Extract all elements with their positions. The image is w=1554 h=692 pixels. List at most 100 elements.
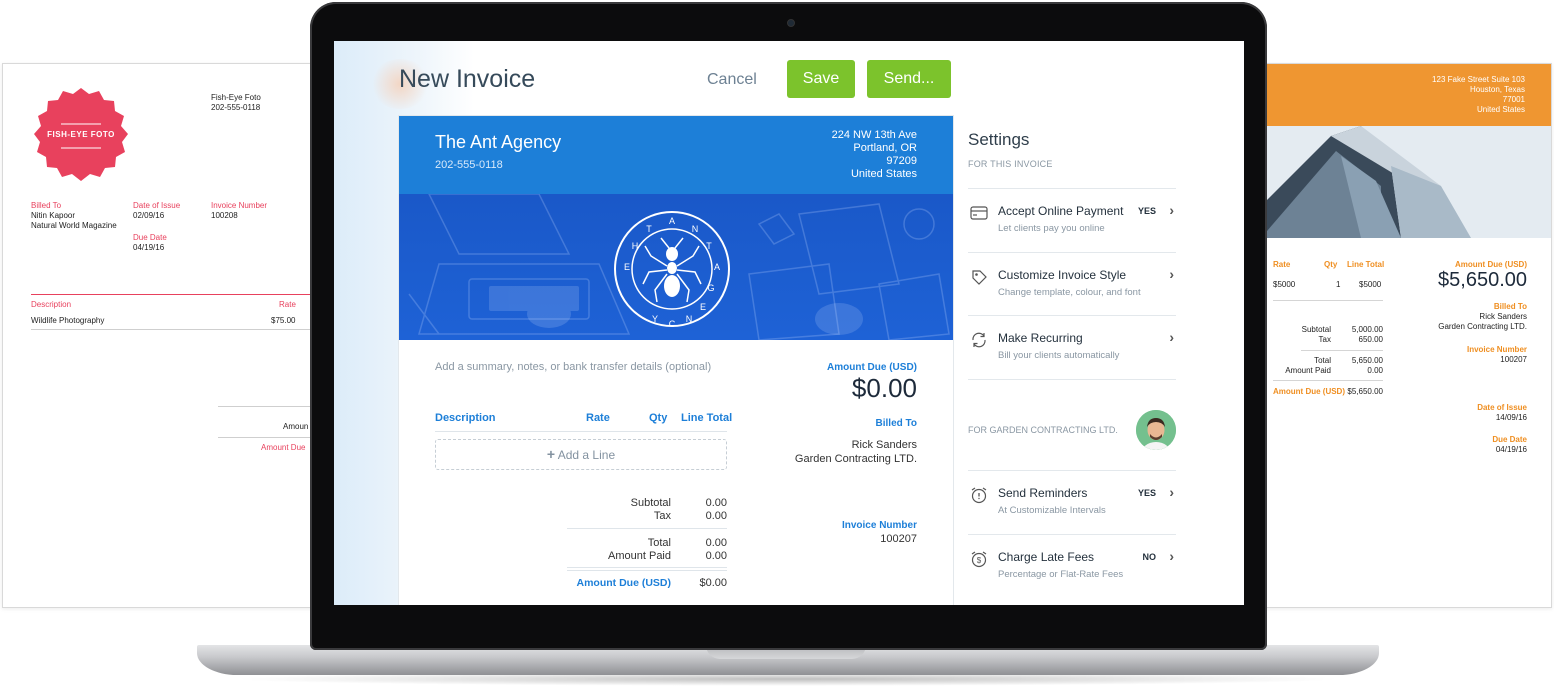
address-line: 97209	[886, 155, 917, 167]
amount-due-row-label: Amount Due (USD)	[576, 577, 672, 589]
setting-make-recurring[interactable]: Make Recurring Bill your clients automat…	[968, 315, 1176, 379]
billed-to-name: Nitin Kapoor	[31, 211, 76, 220]
for-invoice-label: FOR THIS INVOICE	[968, 159, 1053, 169]
plus-icon: +	[546, 446, 556, 462]
date-of-issue-label: Date of Issue	[1477, 403, 1527, 412]
address-line: Portland, OR	[853, 142, 917, 154]
column-description: Description	[435, 412, 496, 424]
invoice-number-label: Invoice Number	[1466, 345, 1527, 354]
date-of-issue: 02/09/16	[133, 211, 165, 220]
app-screen: New Invoice Cancel Save Send... The Ant …	[334, 41, 1244, 605]
billed-to-company: Garden Contracting LTD.	[1438, 322, 1527, 331]
amount-due-value: $0.00	[851, 373, 917, 403]
column-line-total: Line Total	[681, 412, 733, 424]
setting-name: Customize Invoice Style	[998, 268, 1127, 282]
tax-value: 0.00	[705, 510, 727, 522]
amount-paid-value: 0.00	[1367, 366, 1383, 375]
qty-label: Qty	[1324, 260, 1338, 269]
total-label: Total	[647, 537, 671, 549]
avatar[interactable]	[1136, 410, 1176, 450]
amount-due-value: $5,650.00	[1347, 387, 1383, 396]
invoice-number: 100207	[1500, 355, 1527, 364]
send-button[interactable]: Send...	[867, 60, 951, 98]
save-button[interactable]: Save	[787, 60, 855, 98]
setting-customize-invoice-style[interactable]: Customize Invoice Style Change template,…	[968, 252, 1176, 316]
amount-due-label: Amount Due	[261, 443, 306, 452]
tax-value: 650.00	[1358, 335, 1383, 344]
divider	[31, 294, 343, 295]
svg-text:H: H	[632, 241, 639, 251]
billed-to-client[interactable]: Rick Sanders Garden Contracting LTD.	[795, 438, 917, 466]
setting-name: Make Recurring	[998, 331, 1083, 345]
business-name[interactable]: The Ant Agency	[435, 132, 561, 153]
settings-title: Settings	[968, 130, 1030, 149]
summary-input[interactable]: Add a summary, notes, or bank transfer d…	[435, 361, 711, 373]
business-address: 123 Fake Street Suite 103 Houston, Texas…	[1432, 75, 1525, 115]
amount-due-row-value: $0.00	[699, 577, 727, 589]
setting-state: YES	[1137, 206, 1156, 216]
svg-text:$: $	[977, 556, 982, 565]
invoice-banner[interactable]: A T N H T E A G E N C Y	[399, 194, 953, 340]
due-date: 04/19/16	[1495, 445, 1527, 454]
svg-text:T: T	[706, 241, 712, 251]
setting-send-reminders[interactable]: Send Reminders At Customizable Intervals…	[968, 470, 1176, 534]
chevron-right-icon: ›	[1169, 548, 1174, 564]
marketing-stage: FISH-EYE FOTO Fish-Eye Foto 202-555-0118…	[0, 0, 1554, 692]
setting-desc: Change template, colour, and font	[998, 287, 1141, 298]
cancel-button[interactable]: Cancel	[707, 71, 757, 89]
svg-text:G: G	[707, 283, 714, 293]
divider	[567, 570, 727, 571]
billed-to-label: Billed To	[875, 418, 917, 429]
add-line-label: Add a Line	[557, 448, 616, 462]
invoice-number-field[interactable]: 100207	[880, 533, 917, 545]
total-value: 0.00	[705, 537, 727, 549]
item-rate: $75.00	[271, 316, 296, 325]
svg-text:A: A	[669, 216, 675, 226]
fish-eye-invoice-preview: FISH-EYE FOTO Fish-Eye Foto 202-555-0118…	[2, 63, 343, 608]
setting-accept-online-payment[interactable]: Accept Online Payment Let clients pay yo…	[968, 188, 1176, 252]
amount-paid-label: Amount Paid	[1285, 366, 1331, 375]
setting-desc: Bill your clients automatically	[998, 350, 1120, 361]
subtotal-label: Subtotal	[1301, 325, 1331, 334]
setting-state: YES	[1137, 488, 1156, 498]
page-title: New Invoice	[399, 65, 536, 93]
subtotal-value: 0.00	[705, 497, 727, 509]
business-address[interactable]: 224 NW 13th Ave Portland, OR 97209 Unite…	[832, 129, 917, 181]
total-value: 5,650.00	[1351, 356, 1383, 365]
subtotal-value: 5,000.00	[1351, 325, 1383, 334]
invoice-header[interactable]: The Ant Agency 202-555-0118 224 NW 13th …	[399, 116, 953, 194]
setting-name: Accept Online Payment	[998, 204, 1124, 218]
address-line: United States	[1476, 105, 1525, 114]
due-date: 04/19/16	[133, 243, 165, 252]
total-label: Total	[1314, 356, 1331, 365]
rate-label: Rate	[1273, 260, 1291, 269]
desk-background-image: A T N H T E A G E N C Y	[408, 194, 950, 340]
divider	[1301, 350, 1383, 351]
billed-to-name: Rick Sanders	[851, 439, 917, 451]
due-date-label: Due Date	[133, 233, 167, 242]
divider	[435, 431, 727, 432]
client-settings-header: FOR GARDEN CONTRACTING LTD.	[968, 379, 1176, 471]
chevron-right-icon: ›	[1169, 329, 1174, 345]
add-line-button[interactable]: + Add a Line	[435, 439, 727, 470]
credit-card-icon	[970, 206, 988, 220]
item-rate: $5000	[1273, 280, 1296, 289]
client-avatar-icon	[1136, 410, 1176, 450]
business-phone[interactable]: 202-555-0118	[435, 159, 503, 171]
amount-paid-value: 0.00	[705, 550, 727, 562]
setting-charge-late-fees[interactable]: $ Charge Late Fees Percentage or Flat-Ra…	[968, 534, 1176, 598]
item-qty: 1	[1336, 280, 1341, 289]
due-date-label: Due Date	[1492, 435, 1527, 444]
billed-to-name: Rick Sanders	[1479, 312, 1527, 321]
svg-text:E: E	[700, 302, 706, 312]
tax-label: Tax	[653, 510, 671, 522]
column-rate: Rate	[586, 412, 610, 424]
building-photo	[1241, 126, 1551, 238]
business-phone: 202-555-0118	[211, 103, 261, 112]
divider	[1273, 380, 1383, 381]
orange-invoice-preview: 123 Fake Street Suite 103 Houston, Texas…	[1240, 63, 1552, 608]
badge-text: FISH-EYE FOTO	[47, 130, 115, 139]
svg-text:E: E	[624, 262, 630, 272]
divider	[567, 567, 727, 568]
setting-name: Charge Late Fees	[998, 550, 1095, 564]
